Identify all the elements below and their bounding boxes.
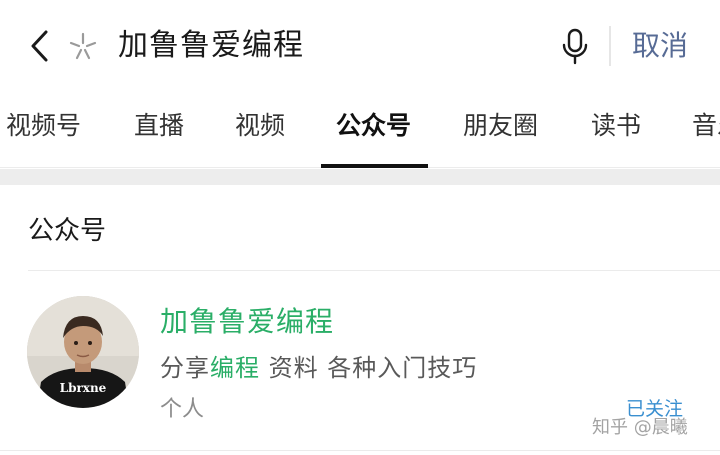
desc-text: 分享: [160, 354, 210, 382]
tab-channels[interactable]: 视频号: [6, 108, 81, 144]
account-type: 个人: [160, 397, 205, 422]
search-results-page: 加鲁鲁爱编程 取消 视频号 直播 视频 公众号 朋友圈 读书 音乐 公众号: [0, 0, 720, 455]
section-gap: [0, 169, 720, 185]
account-description: 分享编程 资料 各种入门技巧: [160, 350, 477, 386]
active-tab-indicator: [321, 164, 428, 168]
back-arrow-icon: [31, 30, 48, 62]
sparkle-icon: [69, 32, 97, 60]
avatar: Lbrxne: [27, 296, 139, 408]
divider: [28, 270, 720, 271]
search-input[interactable]: 加鲁鲁爱编程: [118, 24, 304, 68]
tab-moments[interactable]: 朋友圈: [463, 108, 538, 144]
avatar-shirt-text: Lbrxne: [60, 381, 107, 395]
avatar-photo: Lbrxne: [27, 296, 139, 408]
tab-video[interactable]: 视频: [235, 108, 285, 144]
desc-highlight: 编程: [210, 354, 260, 382]
tab-live[interactable]: 直播: [134, 108, 184, 144]
section-title: 公众号: [28, 216, 107, 246]
account-name[interactable]: 加鲁鲁爱编程: [160, 302, 334, 342]
tab-reading[interactable]: 读书: [591, 108, 641, 144]
desc-text: 资料 各种入门技巧: [260, 354, 478, 382]
divider: [609, 26, 611, 66]
watermark: 知乎 @晨曦: [592, 417, 688, 438]
category-tabs: 视频号 直播 视频 公众号 朋友圈 读书 音乐: [0, 92, 720, 168]
back-button[interactable]: [20, 26, 60, 66]
cancel-button[interactable]: 取消: [632, 24, 688, 68]
search-bar: 加鲁鲁爱编程 取消: [0, 0, 720, 92]
divider: [0, 450, 720, 451]
microphone-icon[interactable]: [560, 28, 590, 66]
tab-music[interactable]: 音乐: [692, 108, 720, 144]
tab-official-accounts[interactable]: 公众号: [336, 108, 411, 144]
